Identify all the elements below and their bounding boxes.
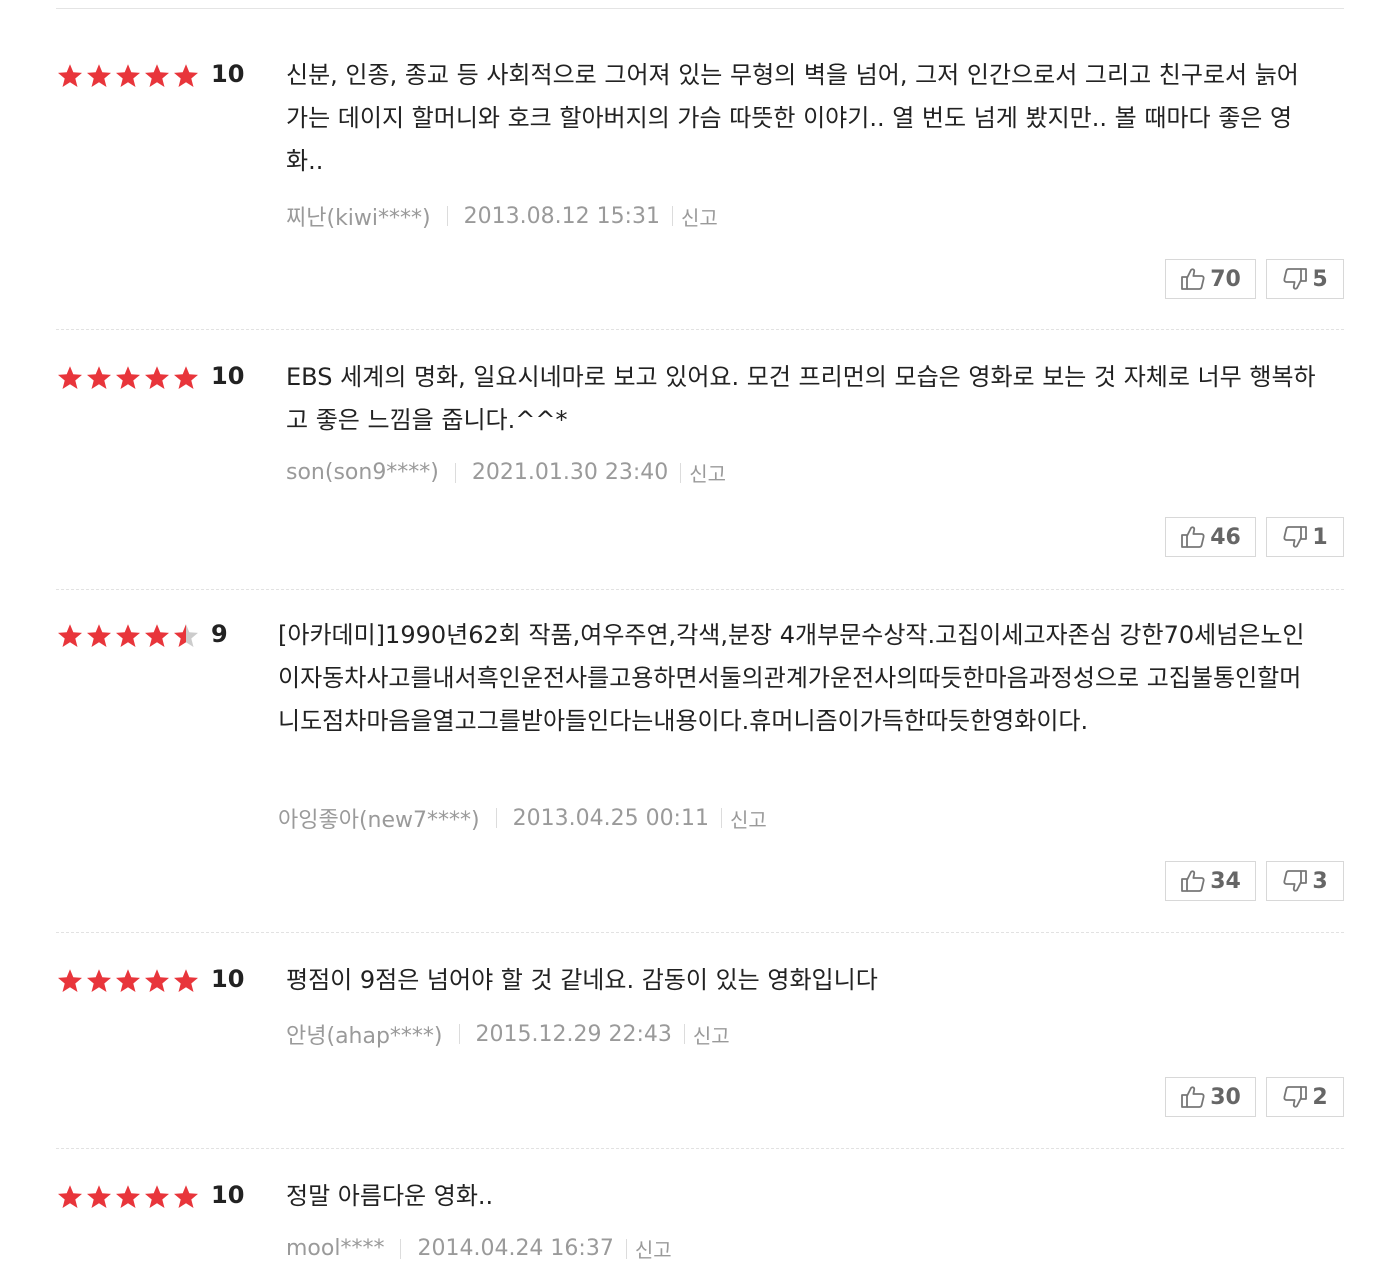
star-rating xyxy=(56,364,200,392)
report-link[interactable]: 신고 xyxy=(730,804,767,833)
star-icon xyxy=(58,64,82,87)
review-score: 10 xyxy=(211,60,245,88)
star-icon xyxy=(116,64,140,87)
star-icon xyxy=(174,969,198,992)
review-author[interactable]: son(son9****) xyxy=(286,460,439,485)
star-icon xyxy=(58,624,82,647)
review-text: EBS 세계의 명화, 일요시네마로 보고 있어요. 모건 프리먼의 모습은 영… xyxy=(286,363,1316,434)
star-rating xyxy=(56,622,200,650)
review-text: 평점이 9점은 넘어야 할 것 같네요. 감동이 있는 영화입니다 xyxy=(286,966,878,994)
review-meta: 찌난(kiwi****) 2013.08.12 15:31 신고 xyxy=(286,200,718,232)
thumbs-down-icon xyxy=(1282,266,1308,292)
review-divider xyxy=(56,589,1344,590)
like-button[interactable]: 46 xyxy=(1165,517,1256,557)
review-date: 2021.01.30 23:40 xyxy=(471,460,669,485)
dislike-button[interactable]: 3 xyxy=(1266,861,1344,901)
review-score: 10 xyxy=(211,965,245,993)
dislike-count: 2 xyxy=(1312,1084,1328,1110)
meta-divider xyxy=(680,462,682,483)
thumbs-up-icon xyxy=(1180,1084,1206,1110)
report-link[interactable]: 신고 xyxy=(635,1234,672,1263)
like-button[interactable]: 34 xyxy=(1165,861,1256,901)
meta-divider xyxy=(720,808,722,828)
thumbs-down-icon xyxy=(1282,1084,1308,1110)
star-icon xyxy=(87,64,111,87)
star-icon xyxy=(174,64,198,87)
star-icon xyxy=(174,366,198,389)
star-icon xyxy=(58,366,82,389)
review-score: 10 xyxy=(211,1181,245,1209)
meta-divider xyxy=(454,462,456,483)
thumbs-up-icon xyxy=(1180,524,1206,550)
star-rating xyxy=(56,62,200,90)
star-icon xyxy=(87,624,111,647)
review-divider xyxy=(56,1148,1344,1149)
dislike-count: 1 xyxy=(1312,524,1328,550)
meta-divider xyxy=(625,1238,627,1259)
dislike-count: 3 xyxy=(1312,868,1328,894)
top-divider xyxy=(56,8,1344,9)
star-icon xyxy=(174,1185,198,1208)
like-button[interactable]: 30 xyxy=(1165,1077,1256,1117)
thumbs-up-icon xyxy=(1180,266,1206,292)
review-author[interactable]: mool**** xyxy=(286,1236,384,1261)
star-rating xyxy=(56,1183,200,1211)
star-icon xyxy=(58,969,82,992)
dislike-button[interactable]: 1 xyxy=(1266,517,1344,557)
star-icon xyxy=(87,1185,111,1208)
thumbs-down-icon xyxy=(1282,524,1308,550)
star-icon xyxy=(145,64,169,87)
review-date: 2013.04.25 00:11 xyxy=(512,805,709,831)
review-text: [아카데미]1990년62회 작품,여우주연,각색,분장 4개부문수상작.고집이… xyxy=(278,621,1305,735)
review-meta: 안녕(ahap****) 2015.12.29 22:43 신고 xyxy=(286,1018,730,1050)
star-icon xyxy=(145,624,169,647)
review-score: 9 xyxy=(211,620,228,648)
like-count: 30 xyxy=(1210,1084,1241,1110)
star-icon xyxy=(145,1185,169,1208)
review-date: 2015.12.29 22:43 xyxy=(475,1021,672,1047)
meta-divider xyxy=(683,1024,685,1044)
thumbs-up-icon xyxy=(1180,868,1206,894)
star-icon xyxy=(145,366,169,389)
meta-divider xyxy=(446,206,448,226)
star-icon xyxy=(116,624,140,647)
review-meta: 아잉좋아(new7****) 2013.04.25 00:11 신고 xyxy=(278,802,767,834)
review-meta: son(son9****) 2021.01.30 23:40 신고 xyxy=(286,458,726,487)
like-count: 46 xyxy=(1210,524,1241,550)
star-icon xyxy=(116,1185,140,1208)
meta-divider xyxy=(458,1024,460,1044)
meta-divider xyxy=(400,1238,402,1259)
like-button[interactable]: 70 xyxy=(1165,259,1256,299)
review-score: 10 xyxy=(211,362,245,390)
review-meta: mool**** 2014.04.24 16:37 신고 xyxy=(286,1234,672,1263)
star-icon xyxy=(87,969,111,992)
dislike-button[interactable]: 2 xyxy=(1266,1077,1344,1117)
meta-divider xyxy=(671,206,673,226)
report-link[interactable]: 신고 xyxy=(689,458,726,487)
review-divider xyxy=(56,329,1344,330)
review-date: 2014.04.24 16:37 xyxy=(417,1236,614,1261)
review-author[interactable]: 안녕(ahap****) xyxy=(286,1018,443,1050)
star-icon xyxy=(116,969,140,992)
thumbs-down-icon xyxy=(1282,868,1308,894)
dislike-count: 5 xyxy=(1312,266,1328,292)
review-text: 신분, 인종, 종교 등 사회적으로 그어져 있는 무형의 벽을 넘어, 그저 … xyxy=(286,61,1299,175)
review-author[interactable]: 찌난(kiwi****) xyxy=(286,200,431,232)
review-date: 2013.08.12 15:31 xyxy=(463,203,660,229)
star-icon xyxy=(174,624,198,647)
like-count: 34 xyxy=(1210,868,1241,894)
star-rating xyxy=(56,967,200,995)
star-icon xyxy=(116,366,140,389)
star-icon xyxy=(145,969,169,992)
report-link[interactable]: 신고 xyxy=(693,1020,730,1049)
review-text: 정말 아름다운 영화.. xyxy=(286,1182,494,1210)
star-icon xyxy=(87,366,111,389)
review-divider xyxy=(56,932,1344,933)
like-count: 70 xyxy=(1210,266,1241,292)
dislike-button[interactable]: 5 xyxy=(1266,259,1344,299)
meta-divider xyxy=(495,808,497,828)
review-author[interactable]: 아잉좋아(new7****) xyxy=(278,802,480,834)
report-link[interactable]: 신고 xyxy=(681,202,718,231)
star-icon xyxy=(58,1185,82,1208)
